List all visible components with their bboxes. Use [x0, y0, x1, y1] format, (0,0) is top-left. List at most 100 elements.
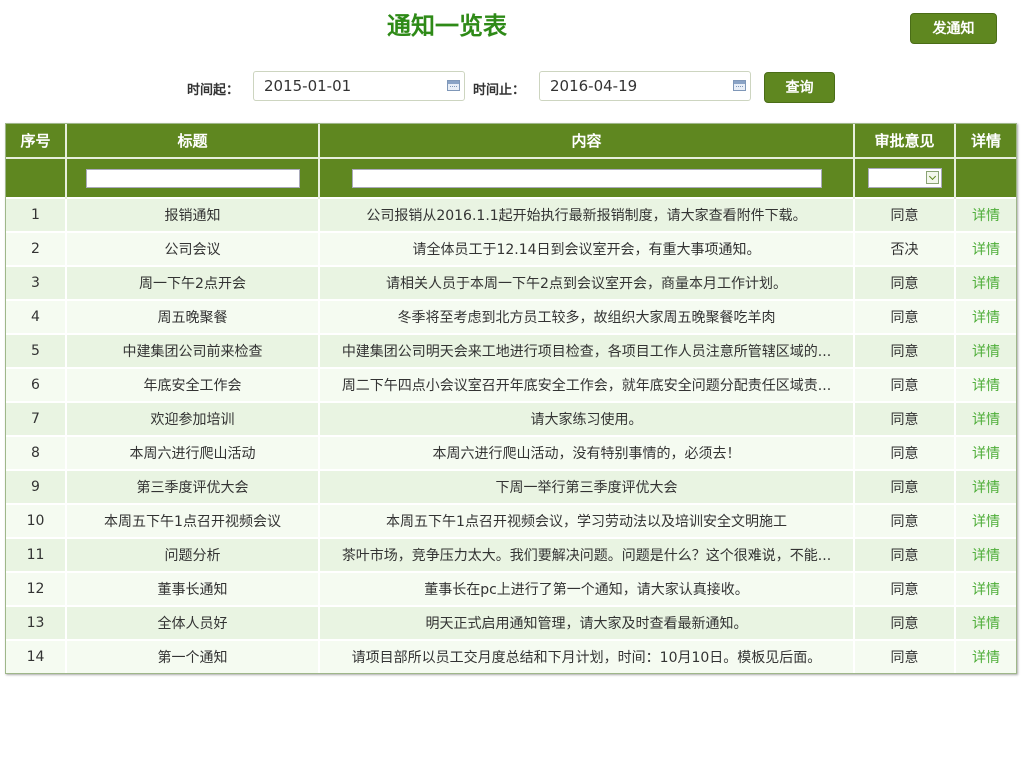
row-title-cell: 年底安全工作会 — [66, 367, 320, 402]
row-content-cell: 本周五下午1点召开视频会议，学习劳动法以及培训安全文明施工 — [319, 503, 855, 538]
row-detail-link[interactable]: 详情 — [972, 276, 1000, 292]
row-detail-link[interactable]: 详情 — [972, 514, 1000, 530]
row-title: 公司会议 — [164, 242, 221, 258]
filter-cell-title — [66, 157, 320, 198]
row-title-cell: 问题分析 — [66, 537, 320, 572]
table-row: 8 本周六进行爬山活动 本周六进行爬山活动，没有特别事情的，必须去！ 同意 详情 — [6, 435, 1016, 470]
row-approval: 同意 — [890, 412, 919, 428]
row-title-cell: 全体人员好 — [66, 605, 320, 640]
row-approval: 同意 — [890, 514, 919, 530]
column-header-content: 内容 — [319, 124, 855, 158]
filter-row — [6, 157, 1016, 198]
row-content: 下周一举行第三季度评优大会 — [495, 480, 678, 496]
row-number: 3 — [31, 275, 40, 291]
start-date-value: 2015-01-01 — [264, 77, 352, 95]
row-content-cell: 请项目部所以员工交月度总结和下月计划，时间：10月10日。模板见后面。 — [319, 639, 855, 673]
publish-notice-button[interactable]: 发通知 — [910, 13, 997, 44]
row-detail-link[interactable]: 详情 — [972, 616, 1000, 632]
column-header-detail: 详情 — [955, 124, 1016, 158]
row-content: 董事长在pc上进行了第一个通知，请大家认真接收。 — [424, 582, 749, 598]
row-title: 报销通知 — [164, 208, 221, 224]
row-detail-link[interactable]: 详情 — [972, 446, 1000, 462]
table-row: 1 报销通知 公司报销从2016.1.1起开始执行最新报销制度，请大家查看附件下载。… — [6, 197, 1016, 232]
row-detail-link-cell: 详情 — [955, 265, 1016, 300]
table-header-row: 序号 标题 内容 审批意见 详情 — [6, 124, 1016, 158]
approval-filter-select[interactable] — [867, 168, 942, 189]
row-title: 全体人员好 — [157, 616, 228, 632]
table-row: 3 周一下午2点开会 请相关人员于本周一下午2点到会议室开会，商量本月工作计划。 同意… — [6, 265, 1016, 300]
row-title-cell: 第三季度评优大会 — [66, 469, 320, 504]
table-row: 2 公司会议 请全体员工于12.14日到会议室开会，有重大事项通知。 否决 详情 — [6, 231, 1016, 266]
row-number: 11 — [26, 547, 45, 563]
row-detail-link[interactable]: 详情 — [972, 344, 1000, 360]
row-detail-link-cell: 详情 — [955, 299, 1016, 334]
row-number: 2 — [31, 241, 40, 257]
row-detail-link[interactable]: 详情 — [972, 582, 1000, 598]
row-title-cell: 欢迎参加培训 — [66, 401, 320, 436]
row-detail-link-cell: 详情 — [955, 401, 1016, 436]
row-number: 1 — [31, 207, 40, 223]
row-content: 周二下午四点小会议室召开年底安全工作会，就年底安全问题分配责任区域责... — [341, 378, 832, 394]
row-detail-link[interactable]: 详情 — [972, 548, 1000, 564]
row-approval: 同意 — [890, 310, 919, 326]
row-number-cell: 4 — [6, 299, 67, 334]
row-title-cell: 报销通知 — [66, 197, 320, 232]
table-row: 4 周五晚聚餐 冬季将至考虑到北方员工较多，故组织大家周五晚聚餐吃羊肉 同意 详情 — [6, 299, 1016, 334]
row-number: 8 — [31, 445, 40, 461]
row-content-cell: 下周一举行第三季度评优大会 — [319, 469, 855, 504]
row-title-cell: 周五晚聚餐 — [66, 299, 320, 334]
row-detail-link[interactable]: 详情 — [972, 208, 1000, 224]
title-filter-input[interactable] — [85, 169, 300, 188]
row-title: 本周六进行爬山活动 — [129, 446, 256, 462]
row-detail-link[interactable]: 详情 — [972, 378, 1000, 394]
filter-cell-detail — [955, 157, 1016, 198]
row-content: 本周六进行爬山活动，没有特别事情的，必须去！ — [432, 446, 741, 462]
row-content: 请相关人员于本周一下午2点到会议室开会，商量本月工作计划。 — [386, 276, 787, 292]
column-header-no: 序号 — [6, 124, 67, 158]
row-number-cell: 10 — [6, 503, 67, 538]
row-approval: 同意 — [890, 208, 919, 224]
row-detail-link[interactable]: 详情 — [972, 480, 1000, 496]
row-detail-link[interactable]: 详情 — [972, 310, 1000, 326]
table-row: 6 年底安全工作会 周二下午四点小会议室召开年底安全工作会，就年底安全问题分配责任区… — [6, 367, 1016, 402]
row-approval-cell: 同意 — [854, 639, 956, 673]
row-content-cell: 本周六进行爬山活动，没有特别事情的，必须去！ — [319, 435, 855, 470]
table-row: 12 董事长通知 董事长在pc上进行了第一个通知，请大家认真接收。 同意 详情 — [6, 571, 1016, 606]
row-detail-link-cell: 详情 — [955, 503, 1016, 538]
calendar-icon[interactable] — [733, 80, 746, 91]
row-content: 公司报销从2016.1.1起开始执行最新报销制度，请大家查看附件下载。 — [366, 208, 807, 224]
row-content-cell: 茶叶市场，竞争压力太大。我们要解决问题。问题是什么？这个很难说，不能... — [319, 537, 855, 572]
row-approval-cell: 同意 — [854, 469, 956, 504]
chevron-down-icon[interactable] — [925, 171, 939, 185]
end-date-value: 2016-04-19 — [550, 77, 638, 95]
row-detail-link[interactable]: 详情 — [972, 242, 1000, 258]
row-content: 请项目部所以员工交月度总结和下月计划，时间：10月10日。模板见后面。 — [351, 650, 822, 666]
row-detail-link[interactable]: 详情 — [972, 650, 1000, 666]
row-number-cell: 11 — [6, 537, 67, 572]
table-row: 10 本周五下午1点召开视频会议 本周五下午1点召开视频会议，学习劳动法以及培训安全… — [6, 503, 1016, 538]
row-number-cell: 14 — [6, 639, 67, 673]
end-date-label: 时间止： — [473, 83, 526, 98]
row-approval: 同意 — [890, 446, 919, 462]
start-date-input[interactable]: 2015-01-01 — [253, 71, 465, 101]
row-title: 董事长通知 — [157, 582, 228, 598]
row-title-cell: 公司会议 — [66, 231, 320, 266]
table-row: 11 问题分析 茶叶市场，竞争压力太大。我们要解决问题。问题是什么？这个很难说，不能… — [6, 537, 1016, 572]
row-approval-cell: 同意 — [854, 197, 956, 232]
calendar-icon[interactable] — [447, 80, 460, 91]
row-approval-cell: 同意 — [854, 265, 956, 300]
row-approval: 同意 — [890, 276, 919, 292]
row-number-cell: 1 — [6, 197, 67, 232]
row-content: 冬季将至考虑到北方员工较多，故组织大家周五晚聚餐吃羊肉 — [397, 310, 776, 326]
query-button[interactable]: 查询 — [764, 72, 835, 103]
row-approval-cell: 同意 — [854, 605, 956, 640]
filter-cell-no — [6, 157, 67, 198]
row-detail-link-cell: 详情 — [955, 571, 1016, 606]
row-content-cell: 请大家练习使用。 — [319, 401, 855, 436]
row-detail-link[interactable]: 详情 — [972, 412, 1000, 428]
row-detail-link-cell: 详情 — [955, 231, 1016, 266]
end-date-input[interactable]: 2016-04-19 — [539, 71, 751, 101]
row-approval: 同意 — [890, 480, 919, 496]
row-title: 本周五下午1点召开视频会议 — [104, 514, 281, 530]
content-filter-input[interactable] — [351, 169, 822, 188]
